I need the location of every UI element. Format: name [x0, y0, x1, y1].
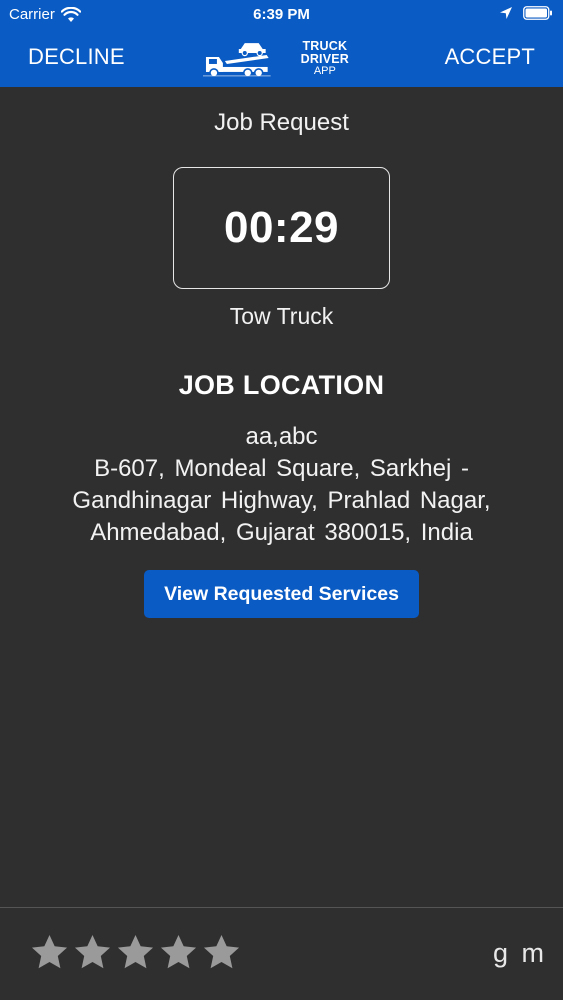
- timer-value: 00:29: [223, 203, 340, 252]
- header: Carrier 6:39 PM DECLINE TRUCK DRIVER APP…: [0, 0, 563, 87]
- status-right: [499, 6, 553, 20]
- job-request-content: Job Request 00:29 Tow Truck JOB LOCATION…: [0, 87, 563, 907]
- logo-subtitle: APP: [313, 65, 336, 78]
- logo-title: TRUCK DRIVER: [300, 39, 350, 67]
- job-request-screen: Carrier 6:39 PM DECLINE TRUCK DRIVER APP…: [0, 0, 563, 1000]
- star-icon: [31, 934, 68, 969]
- truck-logo-icon: [203, 43, 271, 78]
- status-bar: Carrier 6:39 PM: [0, 0, 563, 30]
- star-icon: [160, 934, 197, 969]
- view-requested-services-button[interactable]: View Requested Services: [144, 570, 419, 618]
- user-name: g m: [492, 938, 547, 968]
- accept-button[interactable]: ACCEPT: [445, 44, 535, 70]
- location-arrow-icon: [500, 7, 512, 19]
- nav-bar: DECLINE TRUCK DRIVER APP ACCEPT: [0, 30, 563, 87]
- vehicle-type: Tow Truck: [229, 303, 334, 329]
- star-icon: [203, 934, 240, 969]
- status-time: 6:39 PM: [253, 6, 310, 23]
- job-address: B-607, Mondeal Square, Sarkhej - Gandhin…: [72, 455, 491, 546]
- decline-button[interactable]: DECLINE: [28, 44, 125, 70]
- star-icon: [74, 934, 111, 969]
- address-name: aa,abc: [245, 423, 318, 450]
- footer: g m: [0, 907, 563, 1000]
- countdown-timer: 00:29: [173, 167, 390, 289]
- app-logo: TRUCK DRIVER APP: [203, 38, 373, 80]
- star-rating: [30, 933, 241, 972]
- job-location-heading: JOB LOCATION: [178, 370, 385, 400]
- star-icon: [117, 934, 154, 969]
- battery-icon: [523, 6, 552, 20]
- logo-text: TRUCK DRIVER APP: [277, 39, 373, 78]
- page-title: Job Request: [214, 109, 349, 136]
